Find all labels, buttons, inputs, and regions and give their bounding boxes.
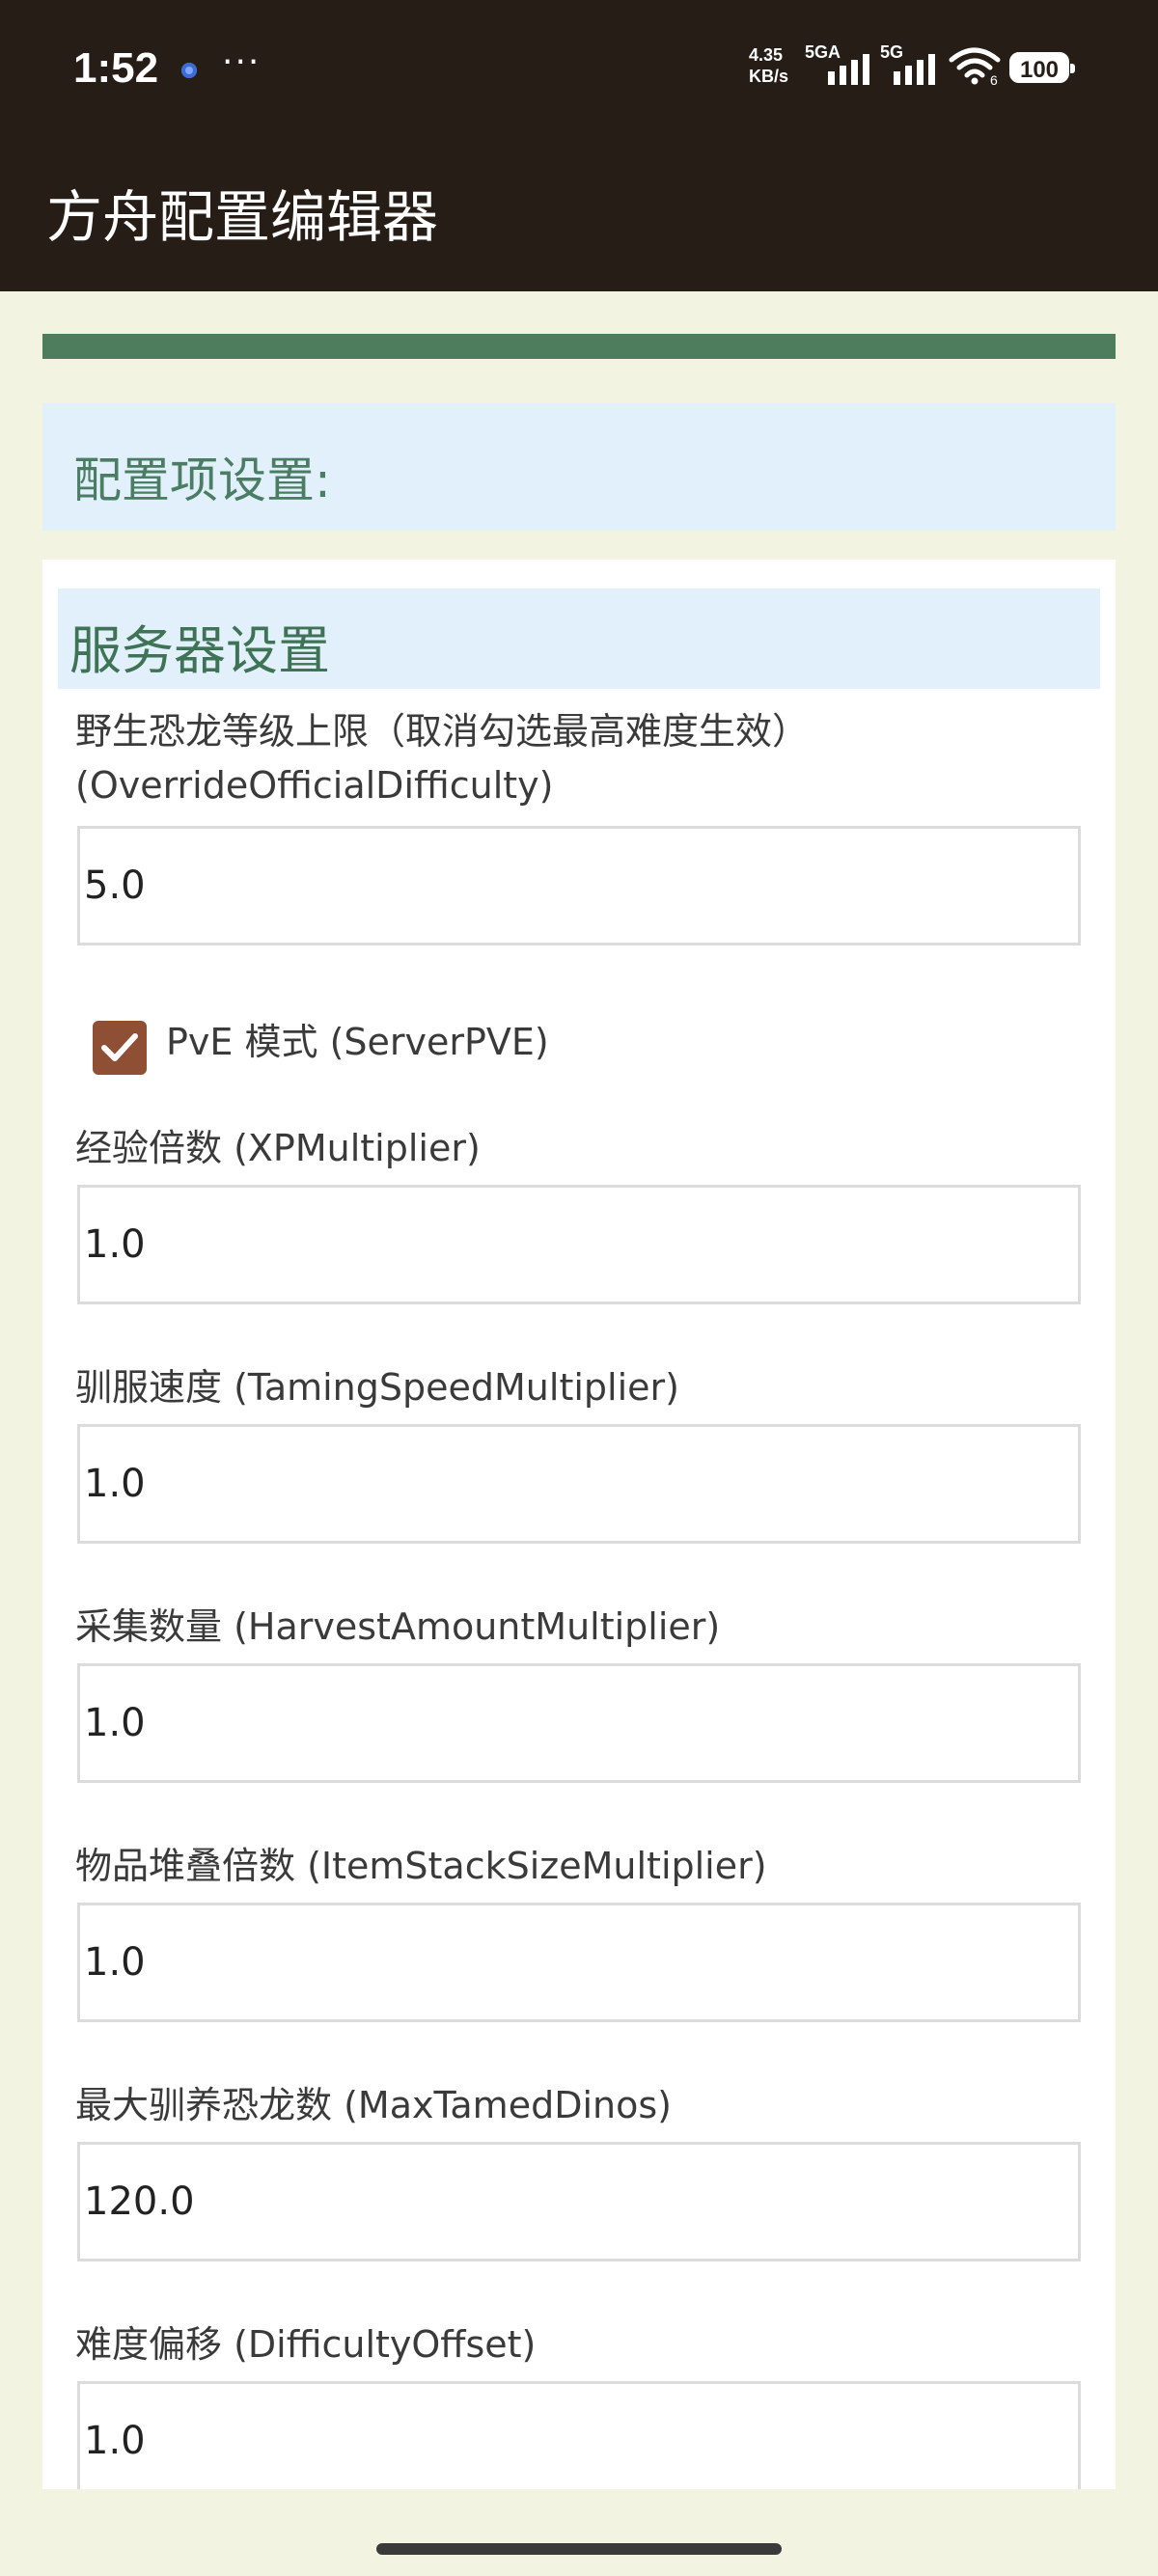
progress-bar-fill — [42, 334, 1116, 359]
field-label-difficulty-offset: 难度偏移 (DifficultyOffset) — [75, 2323, 537, 2366]
pve-checkbox-label[interactable]: PvE 模式 (ServerPVE) — [166, 1013, 549, 1071]
field-label-harvest-amount: 采集数量 (HarvestAmountMultiplier) — [75, 1605, 721, 1648]
item-stack-size-field — [77, 1903, 1081, 2022]
pve-checkbox[interactable] — [93, 1021, 147, 1075]
xp-multiplier-field — [77, 1185, 1081, 1304]
wifi-icon: 6 — [948, 46, 1002, 89]
field-label-override-official-difficulty: 野生恐龙等级上限（取消勾选最高难度生效） (OverrideOfficialDi… — [75, 704, 809, 812]
taming-speed-input[interactable] — [80, 1427, 1078, 1541]
svg-text:6: 6 — [990, 72, 998, 85]
taming-speed-field — [77, 1424, 1081, 1544]
field-label-taming-speed: 驯服速度 (TamingSpeedMultiplier) — [75, 1366, 679, 1409]
difficulty-offset-input[interactable] — [80, 2384, 1078, 2498]
field-label-item-stack-size: 物品堆叠倍数 (ItemStackSizeMultiplier) — [75, 1845, 767, 1887]
home-gesture-bar[interactable] — [376, 2543, 782, 2555]
max-tamed-dinos-input[interactable] — [80, 2145, 1078, 2259]
xp-multiplier-input[interactable] — [80, 1188, 1078, 1302]
signal-2-icon — [894, 54, 940, 85]
override-official-difficulty-input[interactable] — [80, 829, 1078, 943]
config-header: 配置项设置: — [42, 403, 1116, 531]
network-speed: 4.35 KB/s — [749, 44, 788, 87]
settings-card: 服务器设置 野生恐龙等级上限（取消勾选最高难度生效） (OverrideOffi… — [42, 560, 1116, 2501]
override-official-difficulty-field — [77, 826, 1081, 945]
signal-1-icon — [828, 54, 874, 85]
field-label-xp-multiplier: 经验倍数 (XPMultiplier) — [75, 1127, 481, 1169]
network-speed-unit: KB/s — [749, 67, 789, 86]
field-label-key: (OverrideOfficialDifficulty) — [75, 764, 554, 807]
notification-dot-icon — [181, 63, 197, 78]
status-time: 1:52 — [73, 44, 159, 92]
harvest-amount-input[interactable] — [80, 1666, 1078, 1780]
item-stack-size-input[interactable] — [80, 1905, 1078, 2019]
harvest-amount-field — [77, 1663, 1081, 1783]
section-header: 服务器设置 — [58, 589, 1100, 689]
progress-bar — [42, 334, 1116, 359]
more-notifications-icon: ··· — [222, 42, 262, 82]
difficulty-offset-field — [77, 2381, 1081, 2501]
field-label-text: 野生恐龙等级上限（取消勾选最高难度生效） — [75, 710, 810, 753]
checkmark-icon — [101, 1033, 138, 1061]
navigation-bar — [0, 2489, 1158, 2576]
config-header-title: 配置项设置: — [73, 452, 331, 508]
field-label-max-tamed-dinos: 最大驯养恐龙数 (MaxTamedDinos) — [75, 2084, 672, 2126]
network-speed-value: 4.35 — [749, 45, 784, 65]
section-title: 服务器设置 — [69, 620, 330, 681]
status-bar: 1:52 ··· 4.35 KB/s 5GA 5G 6 100 — [0, 0, 1158, 135]
battery-icon: 100 — [1009, 52, 1075, 83]
max-tamed-dinos-field — [77, 2142, 1081, 2261]
app-title: 方舟配置编辑器 — [46, 184, 439, 250]
top-bar: 1:52 ··· 4.35 KB/s 5GA 5G 6 100 方舟配置编辑器 — [0, 0, 1158, 291]
